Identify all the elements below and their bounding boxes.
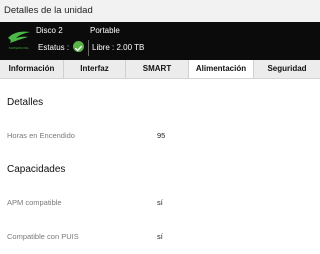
disk-name: Disco 2 [36,26,63,35]
header-divider [88,40,89,56]
tab-informacion[interactable]: Información [0,60,63,78]
free-space: Libre : 2.00 TB [92,43,145,52]
window-title: Detalles de la unidad [4,5,93,16]
puis-compatible-value: sí [157,232,163,241]
brand-logo-icon [8,31,30,43]
title-bar: Detalles de la unidad [0,0,320,22]
tab-seguridad[interactable]: Seguridad [254,60,320,78]
drive-header: SUPERCOOL Disco 2 Portable Estatus : Lib… [0,22,320,60]
details-heading: Detalles [7,97,44,108]
disk-type: Portable [90,26,120,35]
brand-name: SUPERCOOL [8,46,30,50]
tab-bar: Información Interfaz SMART Alimentación … [0,60,320,79]
brand-logo: SUPERCOOL [6,28,32,54]
tab-alimentacion[interactable]: Alimentación [189,60,253,78]
power-on-hours-label: Horas en Encendido [7,131,75,140]
tab-interfaz[interactable]: Interfaz [64,60,125,78]
capabilities-heading: Capacidades [7,164,66,175]
apm-compatible-label: APM compatible [7,198,62,207]
tab-smart[interactable]: SMART [126,60,188,78]
status-ok-icon [73,41,84,52]
status-label: Estatus : [38,43,70,52]
power-on-hours-value: 95 [157,131,166,140]
apm-compatible-value: sí [157,198,163,207]
puis-compatible-label: Compatible con PUIS [7,232,79,241]
